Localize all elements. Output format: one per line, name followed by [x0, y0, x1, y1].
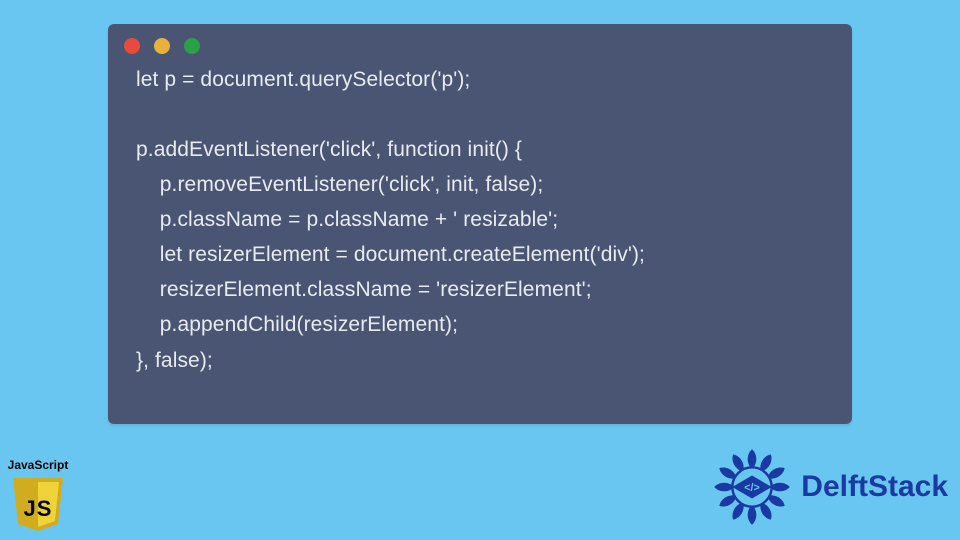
js-shield-icon: JS: [10, 476, 66, 532]
zoom-icon: [184, 38, 200, 54]
badge-mono: JS: [10, 496, 66, 522]
badge-label: JavaScript: [4, 458, 72, 472]
brand-logo-icon: </>: [711, 446, 793, 528]
brand-glyph: </>: [745, 482, 760, 494]
window-titlebar: [108, 24, 852, 62]
brand-name: DelftStack: [801, 470, 948, 504]
close-icon: [124, 38, 140, 54]
slide-canvas: let p = document.querySelector('p'); p.a…: [0, 0, 960, 540]
brand: </> DelftStack: [711, 446, 948, 528]
code-window: let p = document.querySelector('p'); p.a…: [108, 24, 852, 424]
minimize-icon: [154, 38, 170, 54]
javascript-badge: JavaScript JS: [4, 458, 72, 532]
code-block: let p = document.querySelector('p'); p.a…: [108, 62, 852, 388]
